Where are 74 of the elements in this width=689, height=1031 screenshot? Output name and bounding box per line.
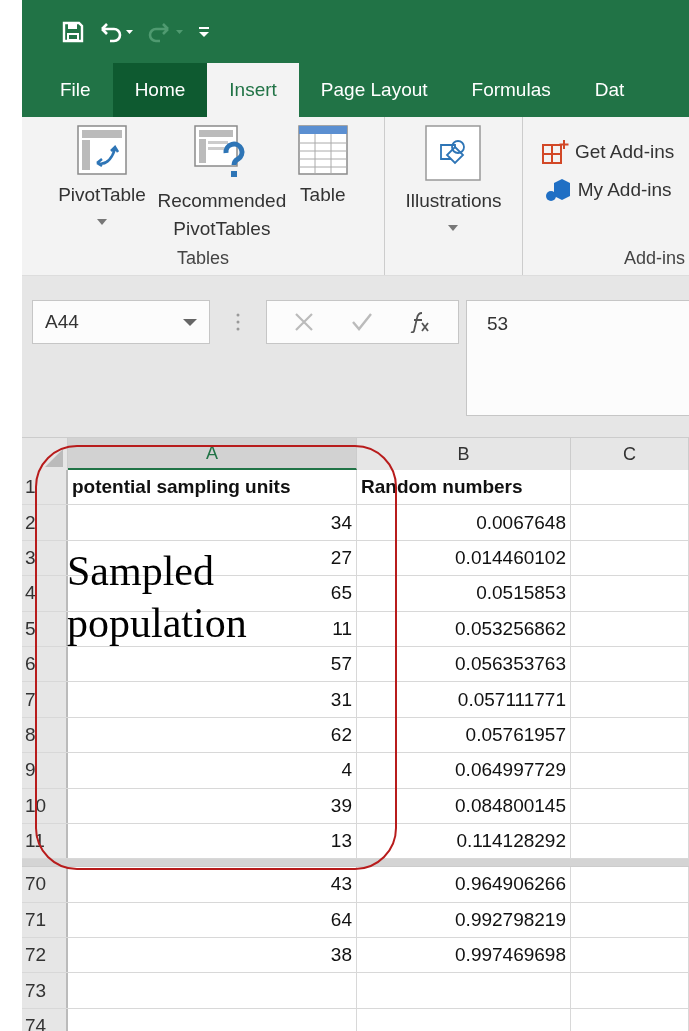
table-cell: 0.056353763	[455, 653, 566, 676]
row-header[interactable]: 3	[22, 540, 68, 576]
table-cell: 57	[330, 653, 352, 676]
ribbon-button[interactable]: Illustrations	[402, 125, 505, 269]
row-header[interactable]: 70	[22, 867, 68, 902]
table-icon	[297, 125, 348, 175]
customize-icon[interactable]	[198, 25, 210, 38]
table-cell: 43	[330, 873, 352, 896]
table-header-cell: potential sampling units	[72, 476, 291, 499]
table-cell: 0.057111771	[457, 688, 566, 711]
table-cell: 0.0515853	[476, 582, 566, 605]
table-cell: 0.014460102	[455, 546, 566, 569]
grid-plus-icon	[541, 139, 569, 165]
ribbon-button[interactable]: Recommended PivotTables	[148, 125, 295, 248]
formula-field[interactable]: 53	[466, 300, 689, 416]
table-cell: 11	[332, 617, 352, 640]
cube-icon	[543, 177, 572, 203]
row-header[interactable]: 73	[22, 973, 68, 1008]
save-icon[interactable]	[62, 20, 84, 43]
function-icon[interactable]	[409, 311, 432, 333]
ribbon-tab[interactable]: Formulas	[449, 63, 573, 117]
table-cell: 0.064997729	[455, 759, 566, 782]
table-cell: 0.053256862	[455, 617, 566, 640]
row-header[interactable]: 2	[22, 505, 68, 540]
row-header[interactable]: 72	[22, 938, 68, 973]
ribbon-button[interactable]: My Add-ins	[543, 177, 672, 203]
column-header[interactable]: A	[68, 438, 357, 470]
column-header[interactable]: C	[571, 438, 689, 470]
table-cell: 0.997469698	[455, 944, 566, 967]
row-header[interactable]: 7	[22, 682, 68, 717]
table-cell: 0.05761957	[465, 723, 566, 746]
ribbon-tab[interactable]: Insert	[207, 63, 299, 117]
group-label: Tables	[177, 248, 229, 269]
caret-icon	[97, 219, 107, 225]
grip-icon	[236, 313, 240, 331]
table-cell: 34	[330, 511, 352, 534]
table-cell: 64	[330, 908, 352, 931]
table-cell: 4	[341, 759, 352, 782]
table-cell: 0.084800145	[455, 794, 566, 817]
table-cell: 0.964906266	[455, 873, 566, 896]
caret-icon	[448, 225, 459, 231]
shapes-icon	[425, 125, 482, 181]
table-cell: 62	[330, 723, 352, 746]
undo-icon[interactable]	[98, 20, 134, 43]
ribbon-tab[interactable]: File	[38, 63, 113, 117]
ribbon-button[interactable]: Get Add-ins	[541, 139, 675, 165]
table-cell: 39	[330, 794, 352, 817]
name-box[interactable]: A44	[32, 300, 210, 344]
row-header[interactable]: 9	[22, 753, 68, 788]
table-cell: 31	[330, 688, 352, 711]
row-header[interactable]: 1	[22, 470, 68, 505]
table-cell: 65	[330, 582, 352, 605]
ribbon-tab[interactable]: Page Layout	[298, 63, 450, 117]
row-header[interactable]: 4	[22, 576, 68, 611]
pivot-table-icon	[77, 125, 127, 175]
checkmark-icon[interactable]	[350, 312, 373, 332]
table-cell: 0.114128292	[456, 830, 566, 853]
table-cell: 38	[330, 944, 352, 967]
ribbon-tab[interactable]: Home	[112, 63, 208, 117]
column-header[interactable]: B	[357, 438, 571, 470]
select-all-icon[interactable]	[45, 449, 63, 467]
annotation-text: Sampled population	[67, 547, 248, 648]
group-label: Add-ins	[623, 248, 685, 269]
row-header[interactable]: 8	[22, 717, 68, 753]
ribbon-tab[interactable]: Dat	[572, 63, 647, 117]
row-header[interactable]: 6	[22, 646, 68, 682]
table-cell: 0.992798219	[455, 908, 566, 931]
row-header[interactable]: 71	[22, 902, 68, 938]
ribbon-button[interactable]: PivotTable	[55, 125, 149, 248]
table-cell: 13	[330, 830, 352, 853]
table-cell: 27	[330, 546, 352, 569]
table-cell: 0.0067648	[476, 511, 566, 534]
row-header[interactable]: 5	[22, 611, 68, 646]
ribbon-button[interactable]: Table	[294, 125, 351, 248]
